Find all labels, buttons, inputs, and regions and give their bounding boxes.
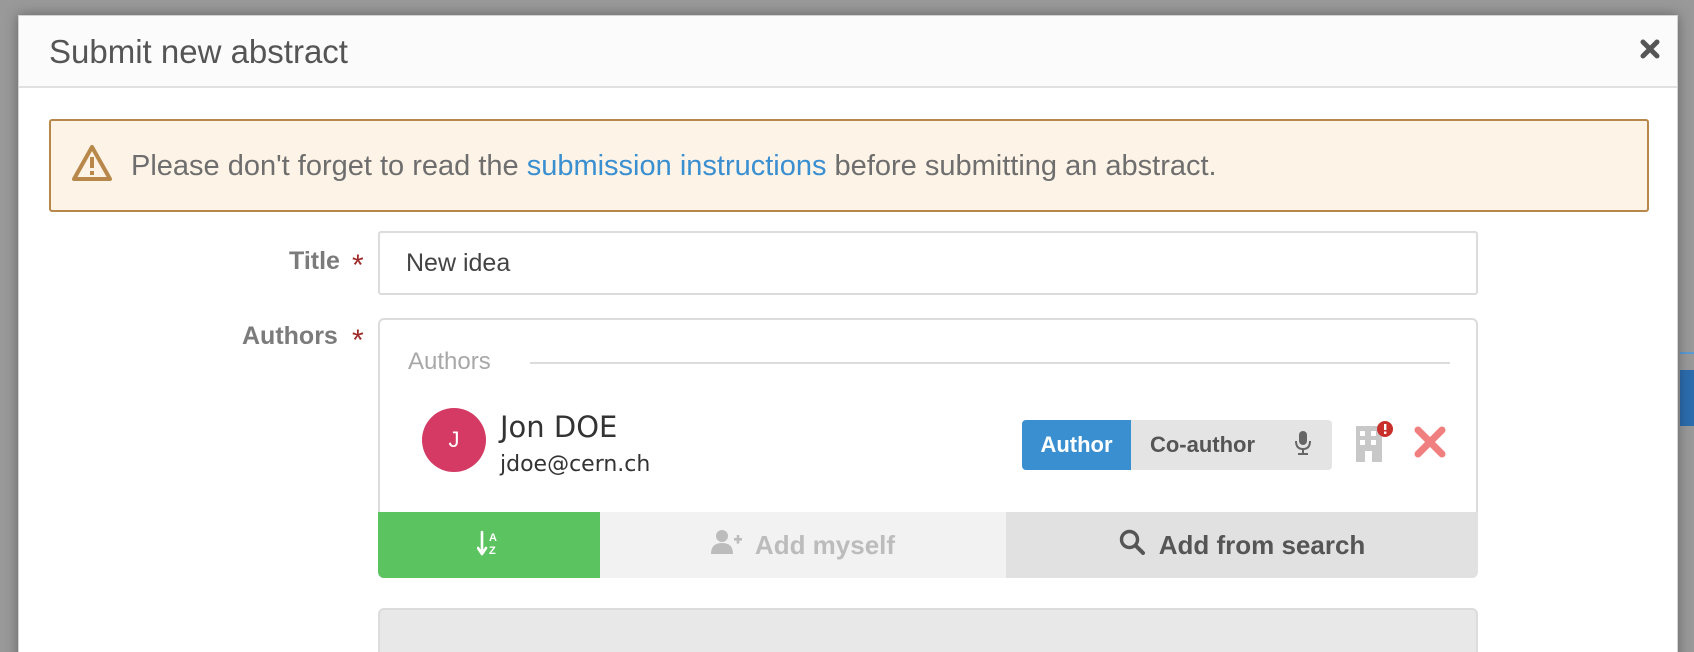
avatar: J	[422, 408, 486, 472]
title-label-text: Title	[289, 247, 340, 275]
warning-icon	[71, 144, 113, 187]
title-input[interactable]	[378, 231, 1478, 295]
sort-alpha-icon: A Z	[476, 529, 501, 562]
role-coauthor-button[interactable]: Co-author	[1131, 420, 1274, 470]
submit-abstract-dialog: Submit new abstract Please don't forget …	[18, 15, 1678, 652]
warning-text-before: Please don't forget to read the	[131, 150, 527, 182]
authors-label-text: Authors	[242, 322, 338, 350]
required-marker: *	[352, 324, 364, 357]
search-icon	[1119, 529, 1145, 562]
author-name: Jon DOE	[500, 410, 618, 444]
background-sidebar	[0, 30, 18, 652]
submission-warning: Please don't forget to read the submissi…	[49, 119, 1649, 212]
legend-divider	[530, 362, 1450, 364]
warning-text-after: before submitting an abstract.	[826, 150, 1217, 182]
speaker-toggle-button[interactable]	[1274, 420, 1332, 470]
role-author-button[interactable]: Author	[1022, 420, 1131, 470]
add-myself-label: Add myself	[754, 529, 896, 560]
svg-text:Z: Z	[489, 545, 496, 557]
authors-field: Authors J Jon DOE jdoe@cern.ch Author Co…	[378, 318, 1478, 578]
dialog-title: Submit new abstract	[49, 33, 348, 70]
warning-message: Please don't forget to read the submissi…	[131, 150, 1217, 183]
submission-instructions-link[interactable]: submission instructions	[527, 150, 827, 182]
svg-text:A: A	[489, 532, 497, 544]
affiliation-building-icon[interactable]	[1354, 420, 1394, 469]
remove-author-icon[interactable]	[1412, 424, 1448, 465]
add-myself-button[interactable]: Add myself	[600, 512, 1006, 578]
background-divider	[1680, 352, 1694, 354]
add-from-search-label: Add from search	[1158, 529, 1366, 560]
required-marker: *	[352, 249, 364, 282]
dialog-header: Submit new abstract	[19, 16, 1677, 88]
next-form-field[interactable]	[378, 608, 1478, 652]
author-role-toggle: Author Co-author	[1022, 420, 1332, 470]
author-email: jdoe@cern.ch	[500, 452, 651, 477]
microphone-icon	[1295, 430, 1311, 461]
authors-legend: Authors	[408, 348, 491, 375]
close-icon[interactable]	[1637, 36, 1663, 62]
title-label: Title	[289, 247, 340, 276]
add-from-search-button[interactable]: Add from search	[1006, 512, 1478, 578]
user-plus-icon	[710, 529, 743, 562]
authors-label: Authors	[242, 322, 338, 351]
background-button	[1680, 370, 1694, 426]
sort-authors-button[interactable]: A Z	[378, 512, 600, 578]
authors-action-bar: A Z Add myself Add from search	[378, 512, 1478, 578]
